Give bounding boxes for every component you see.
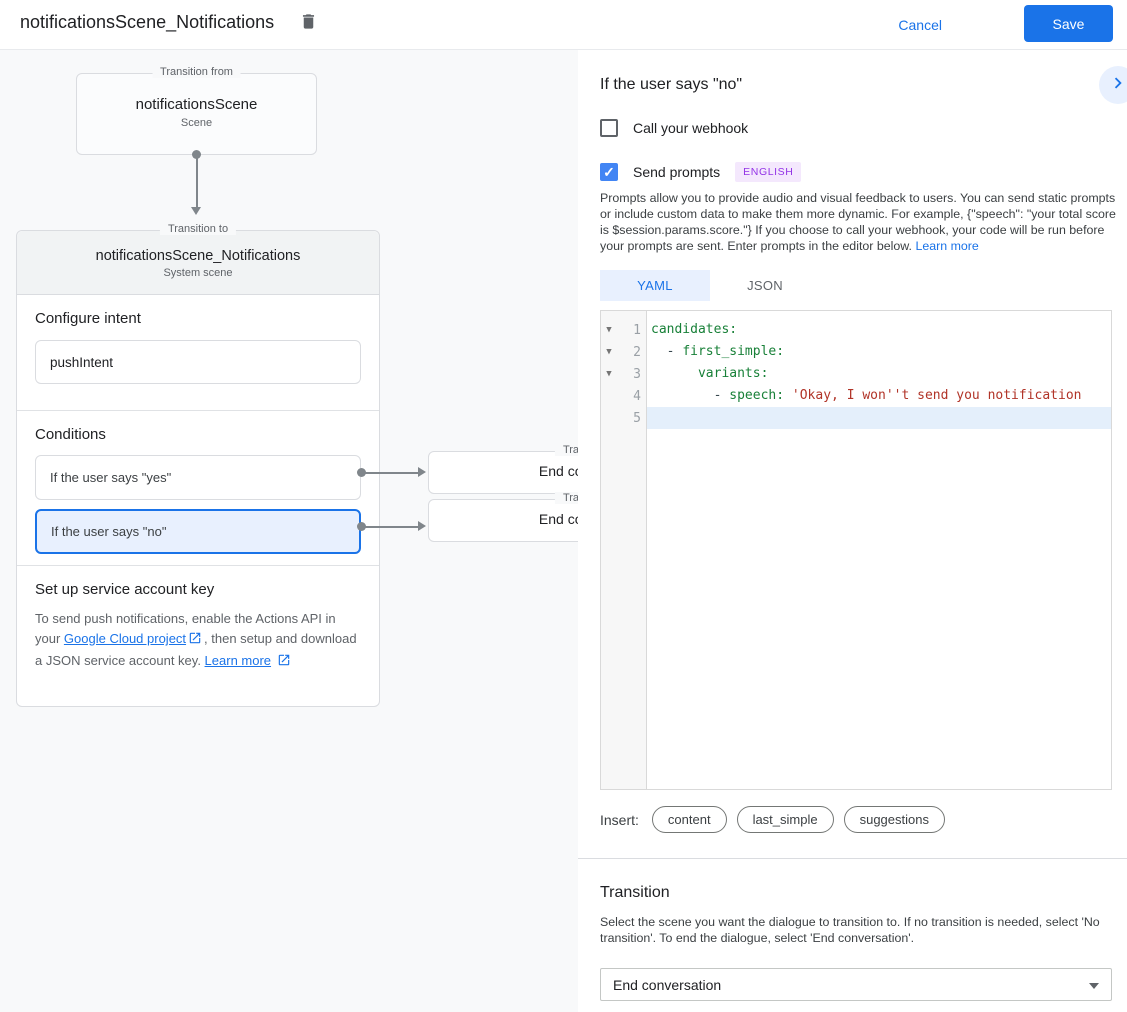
learn-more-link[interactable]: Learn more <box>205 653 271 668</box>
delete-scene-button[interactable] <box>296 12 320 36</box>
trash-icon <box>299 12 318 36</box>
line-number: 1 <box>617 323 646 338</box>
insert-chips-row: Insert: content last_simple suggestions <box>600 806 955 833</box>
connector-arrowhead-icon <box>418 521 426 531</box>
transition-to-label: Transition to <box>160 223 236 235</box>
from-scene-name: notificationsScene <box>77 96 316 113</box>
webhook-label: Call your webhook <box>633 120 748 136</box>
panel-title: If the user says "no" <box>600 76 742 94</box>
intent-field[interactable]: pushIntent <box>35 340 361 384</box>
line-number: 3 <box>617 367 646 382</box>
transition-description: Select the scene you want the dialogue t… <box>600 914 1112 946</box>
yaml-code-editor[interactable]: ▼1 ▼2 ▼3 4 5 candidates: - first_simple:… <box>600 310 1112 790</box>
connector-line <box>196 155 198 207</box>
service-account-section: Set up service account key To send push … <box>17 565 379 706</box>
chevron-right-icon <box>1107 72 1127 99</box>
insert-chip-suggestions[interactable]: suggestions <box>844 806 945 833</box>
configure-intent-section: Configure intent pushIntent <box>17 295 379 410</box>
code-line: variants: <box>647 363 1111 385</box>
condition-item-no[interactable]: If the user says "no" <box>35 509 361 554</box>
conditions-section: Conditions If the user says "yes" If the… <box>17 410 379 565</box>
google-cloud-project-link[interactable]: Google Cloud project <box>64 631 186 646</box>
insert-label: Insert: <box>600 812 639 828</box>
editor-code-area[interactable]: candidates: - first_simple: variants: - … <box>647 311 1111 789</box>
transition-from-label: Transition from <box>152 66 241 78</box>
send-prompts-row[interactable]: ✓ Send prompts ENGLISH <box>600 162 801 182</box>
editor-gutter: ▼1 ▼2 ▼3 4 5 <box>601 311 647 789</box>
transition-select[interactable]: End conversation <box>600 968 1112 1001</box>
code-line-active <box>647 407 1111 429</box>
scene-canvas: Transition from notificationsScene Scene… <box>0 50 1127 1012</box>
code-line: candidates: <box>647 319 1111 341</box>
scene-node-name: notificationsScene_Notifications <box>17 248 379 264</box>
fold-arrow-icon[interactable]: ▼ <box>601 347 617 357</box>
dropdown-caret-icon <box>1089 983 1099 989</box>
webhook-checkbox[interactable] <box>600 119 618 137</box>
line-number: 5 <box>617 411 646 426</box>
section-divider <box>578 858 1127 859</box>
connector-line <box>361 472 420 474</box>
tab-yaml[interactable]: YAML <box>600 270 710 301</box>
fold-arrow-icon[interactable]: ▼ <box>601 369 617 379</box>
service-account-text: To send push notifications, enable the A… <box>35 609 361 687</box>
transition-heading: Transition <box>600 884 670 902</box>
tab-json[interactable]: JSON <box>710 270 820 301</box>
collapse-panel-button[interactable] <box>1099 66 1127 104</box>
insert-chip-content[interactable]: content <box>652 806 727 833</box>
line-number: 2 <box>617 345 646 360</box>
call-webhook-row[interactable]: Call your webhook <box>600 119 748 137</box>
scene-node-type: System scene <box>17 267 379 279</box>
external-link-icon[interactable] <box>277 653 291 673</box>
send-prompts-checkbox[interactable]: ✓ <box>600 163 618 181</box>
from-scene-type: Scene <box>77 117 316 129</box>
code-line: - first_simple: <box>647 341 1111 363</box>
connector-line <box>361 526 420 528</box>
editor-format-tabs: YAML JSON <box>600 270 820 301</box>
scene-title: notificationsScene_Notifications <box>20 12 274 33</box>
line-number: 4 <box>617 389 646 404</box>
top-header: notificationsScene_Notifications Cancel … <box>0 0 1127 50</box>
send-prompts-label: Send prompts <box>633 164 720 180</box>
service-account-heading: Set up service account key <box>35 581 361 598</box>
conditions-heading: Conditions <box>35 426 361 443</box>
cancel-button[interactable]: Cancel <box>888 11 952 39</box>
save-button[interactable]: Save <box>1024 5 1113 42</box>
transition-select-value: End conversation <box>613 977 721 993</box>
code-line: - speech: 'Okay, I won''t send you notif… <box>647 385 1111 407</box>
prompts-description-text: Prompts allow you to provide audio and v… <box>600 191 1116 253</box>
connector-arrowhead-icon <box>191 207 201 215</box>
prompts-learn-more-link[interactable]: Learn more <box>915 239 978 253</box>
language-badge: ENGLISH <box>735 162 801 182</box>
fold-arrow-icon[interactable]: ▼ <box>601 325 617 335</box>
insert-chip-last-simple[interactable]: last_simple <box>737 806 834 833</box>
scene-node-header[interactable]: notificationsScene_Notifications System … <box>17 231 379 295</box>
transition-from-node[interactable]: Transition from notificationsScene Scene <box>76 73 317 155</box>
external-link-icon[interactable] <box>188 631 202 651</box>
prompts-description: Prompts allow you to provide audio and v… <box>600 190 1118 254</box>
condition-detail-panel: If the user says "no" Call your webhook … <box>578 50 1127 1012</box>
transition-to-node: Transition to notificationsScene_Notific… <box>16 230 380 707</box>
configure-intent-heading: Configure intent <box>35 310 361 327</box>
condition-item-yes[interactable]: If the user says "yes" <box>35 455 361 500</box>
connector-arrowhead-icon <box>418 467 426 477</box>
